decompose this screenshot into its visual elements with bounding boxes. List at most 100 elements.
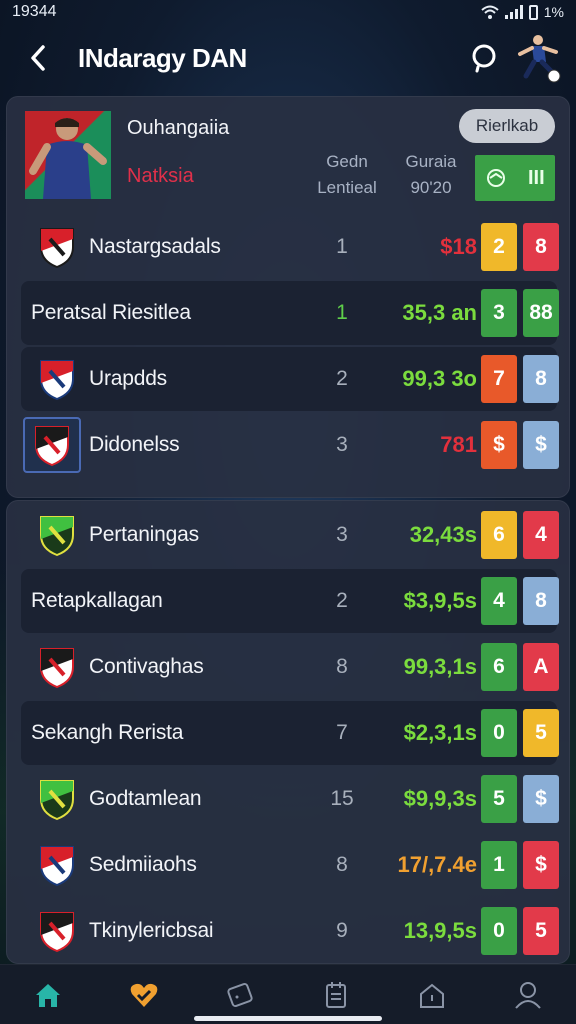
status-badge-label: III bbox=[527, 166, 545, 189]
search-button[interactable] bbox=[464, 38, 504, 78]
table-row[interactable]: Sedmiiaohs 8 17/,7.4e 1 $ bbox=[21, 833, 559, 897]
nav-home[interactable] bbox=[13, 970, 83, 1020]
action-button[interactable]: Rierlkab bbox=[459, 109, 555, 143]
column-header-1: Gedn Lentieal bbox=[307, 149, 387, 201]
team-crest-icon bbox=[35, 643, 79, 691]
standings-card-bottom: Pertaningas 3 32,43s 6 4 Retapkallagan 2 $3,9,5… bbox=[6, 500, 570, 964]
team-name: Contivaghas bbox=[89, 655, 204, 678]
team-name: Didonelss bbox=[89, 433, 180, 456]
table-row[interactable]: Urapdds 2 99,3 3o 7 8 bbox=[21, 347, 559, 411]
calendar-icon bbox=[326, 981, 346, 1008]
stat-badge-2[interactable]: 88 bbox=[523, 289, 559, 337]
table-row[interactable]: Godtamlean 15 $9,9,3s 5 $ bbox=[21, 767, 559, 831]
stat-badge-2[interactable]: $ bbox=[523, 775, 559, 823]
team-rank: 8 bbox=[336, 853, 348, 876]
home-indicator[interactable] bbox=[194, 1016, 382, 1021]
stat-badge-1[interactable]: 2 bbox=[481, 223, 517, 271]
stat-badge-2[interactable]: 4 bbox=[523, 511, 559, 559]
table-row[interactable]: Didonelss 3 781 $ $ bbox=[21, 413, 559, 477]
team-crest-icon bbox=[35, 355, 79, 403]
column-header-1-line2: Lentieal bbox=[317, 178, 377, 197]
team-crest-icon bbox=[35, 223, 79, 271]
stat-badge-1[interactable]: 6 bbox=[481, 643, 517, 691]
team-rank: 3 bbox=[336, 523, 348, 546]
team-crest-icon bbox=[35, 907, 79, 955]
nav-club[interactable] bbox=[397, 970, 467, 1020]
team-name: Tkinylericbsai bbox=[89, 919, 214, 942]
nav-calendar[interactable] bbox=[301, 970, 371, 1020]
nav-tickets[interactable] bbox=[205, 970, 275, 1020]
team-score: 35,3 an bbox=[402, 300, 477, 325]
team-crest-icon bbox=[35, 511, 79, 559]
team-rank: 9 bbox=[336, 919, 348, 942]
back-button[interactable] bbox=[20, 40, 56, 76]
team-name: Peratsal Riesitlea bbox=[31, 301, 191, 324]
player-team: Natksia bbox=[127, 165, 194, 187]
stat-badge-2[interactable]: 8 bbox=[523, 577, 559, 625]
player-photo bbox=[25, 111, 111, 199]
nav-favorites[interactable] bbox=[109, 970, 179, 1020]
team-crest-icon bbox=[35, 841, 79, 889]
ball-icon bbox=[487, 169, 506, 187]
stat-badge-1[interactable]: 1 bbox=[481, 841, 517, 889]
stat-badge-1[interactable]: 0 bbox=[481, 907, 517, 955]
team-name: Nastargsadals bbox=[89, 235, 221, 258]
nav-profile[interactable] bbox=[493, 970, 563, 1020]
house-outline-icon bbox=[420, 983, 444, 1008]
team-rank: 2 bbox=[336, 367, 348, 390]
ticket-icon bbox=[227, 982, 253, 1007]
wifi-icon bbox=[481, 5, 499, 19]
table-row[interactable]: Sekangh Rerista 7 $2,3,1s 0 5 bbox=[21, 701, 559, 765]
team-name: Godtamlean bbox=[89, 787, 202, 810]
team-crest-icon bbox=[35, 775, 79, 823]
stat-badge-2[interactable]: A bbox=[523, 643, 559, 691]
team-score: 99,3,1s bbox=[403, 654, 477, 679]
team-rank: 3 bbox=[336, 433, 348, 456]
stat-badge-1[interactable]: 4 bbox=[481, 577, 517, 625]
battery-text: 1% bbox=[543, 4, 564, 20]
stat-badge-2[interactable]: 8 bbox=[523, 223, 559, 271]
signal-icon bbox=[504, 5, 523, 19]
stat-badge-2[interactable]: $ bbox=[523, 841, 559, 889]
profile-icon bbox=[515, 981, 541, 1009]
page-title: INdaragy DAN bbox=[78, 42, 247, 73]
team-name: Retapkallagan bbox=[31, 589, 163, 612]
stat-badge-1[interactable]: 7 bbox=[481, 355, 517, 403]
app-header: INdaragy DAN bbox=[0, 28, 576, 88]
stat-badge-2[interactable]: $ bbox=[523, 421, 559, 469]
table-row[interactable]: Retapkallagan 2 $3,9,5s 4 8 bbox=[21, 569, 559, 633]
stat-badge-2[interactable]: 5 bbox=[523, 709, 559, 757]
battery-icon bbox=[528, 4, 538, 20]
team-rank: 1 bbox=[336, 235, 348, 258]
team-score: $9,9,3s bbox=[403, 786, 477, 811]
team-rank: 7 bbox=[336, 721, 348, 744]
team-score: $18 bbox=[440, 234, 477, 259]
column-header-1-line1: Gedn bbox=[326, 152, 368, 171]
team-rank: 2 bbox=[336, 589, 348, 612]
table-row[interactable]: Pertaningas 3 32,43s 6 4 bbox=[21, 503, 559, 567]
team-score: 17/,7.4e bbox=[397, 852, 477, 877]
player-figure-icon bbox=[29, 118, 107, 199]
table-row[interactable]: Nastargsadals 1 $18 2 8 bbox=[21, 215, 559, 279]
stat-badge-1[interactable]: 3 bbox=[481, 289, 517, 337]
stat-badge-2[interactable]: 5 bbox=[523, 907, 559, 955]
stat-badge-1[interactable]: 5 bbox=[481, 775, 517, 823]
column-header-2-line2: 90'20 bbox=[410, 178, 452, 197]
table-row[interactable]: Peratsal Riesitlea 1 35,3 an 3 88 bbox=[21, 281, 559, 345]
table-row[interactable]: Tkinylericbsai 9 13,9,5s 0 5 bbox=[21, 899, 559, 963]
stat-badge-1[interactable]: $ bbox=[481, 421, 517, 469]
team-score: $3,9,5s bbox=[403, 588, 477, 613]
column-header-2: Guraia 90'20 bbox=[391, 149, 471, 201]
search-icon bbox=[472, 44, 496, 73]
bottom-nav bbox=[0, 964, 576, 1024]
status-badge[interactable]: III bbox=[475, 155, 555, 201]
stat-badge-1[interactable]: 6 bbox=[481, 511, 517, 559]
soccer-player-icon bbox=[518, 35, 561, 83]
table-row[interactable]: Contivaghas 8 99,3,1s 6 A bbox=[21, 635, 559, 699]
team-name: Urapdds bbox=[89, 367, 167, 390]
stat-badge-2[interactable]: 8 bbox=[523, 355, 559, 403]
stat-badge-1[interactable]: 0 bbox=[481, 709, 517, 757]
player-profile: Ouhangaiia Natksia Gedn Lentieal Guraia … bbox=[7, 97, 571, 207]
team-name: Sekangh Rerista bbox=[31, 721, 184, 744]
team-score: 99,3 3o bbox=[402, 366, 477, 391]
